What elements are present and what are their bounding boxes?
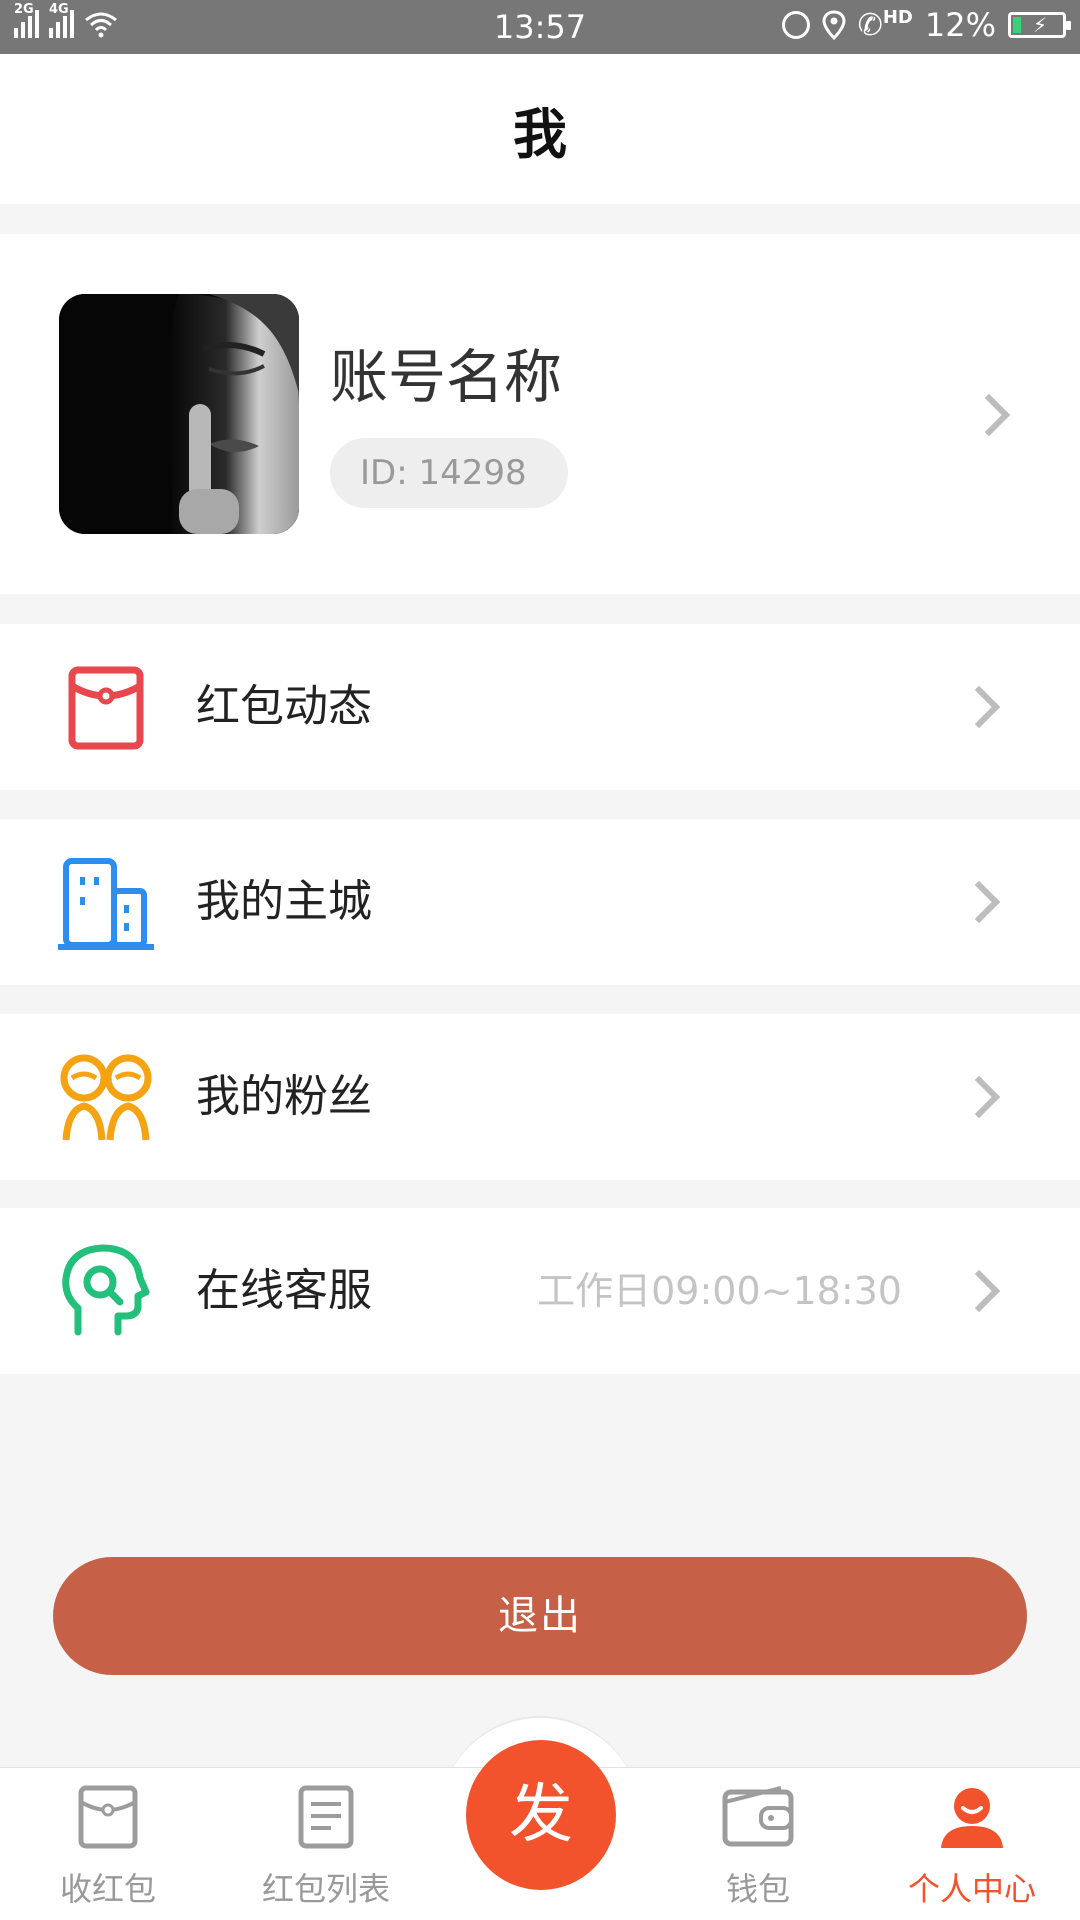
menu-item-online-service[interactable]: 在线客服 工作日09:00~18:30 bbox=[0, 1208, 1080, 1374]
chevron-right-icon bbox=[957, 1075, 1001, 1119]
avatar-image bbox=[59, 294, 299, 534]
customer-service-icon bbox=[62, 1244, 150, 1336]
header: 我 bbox=[0, 54, 1080, 204]
menu-label: 在线客服 bbox=[196, 1265, 372, 1316]
menu-label: 红包动态 bbox=[196, 681, 372, 732]
nav-label: 个人中心 bbox=[907, 1870, 1036, 1908]
red-envelope-icon bbox=[68, 666, 144, 750]
status-bar: 2G 4G 13:57 ✆HD 12% ⚡ bbox=[0, 0, 1080, 54]
location-icon bbox=[822, 10, 846, 40]
battery-percent: 12% bbox=[924, 6, 996, 44]
menu-item-my-fans[interactable]: 我的粉丝 bbox=[0, 1014, 1080, 1180]
logout-button[interactable]: 退出 bbox=[53, 1557, 1027, 1675]
hd-label: HD bbox=[882, 6, 913, 28]
page-title: 我 bbox=[513, 102, 567, 166]
building-icon bbox=[58, 858, 154, 950]
nav-red-envelope-list[interactable]: 红包列表 bbox=[226, 1768, 426, 1920]
chevron-right-icon bbox=[967, 393, 1011, 437]
fans-icon bbox=[60, 1054, 152, 1141]
avatar[interactable] bbox=[59, 294, 299, 534]
nav-receive-red-envelope[interactable]: 收红包 bbox=[8, 1768, 208, 1920]
nav-wallet[interactable]: 钱包 bbox=[658, 1768, 858, 1920]
nav-label: 钱包 bbox=[725, 1870, 790, 1908]
menu-label: 我的粉丝 bbox=[196, 1071, 372, 1122]
chevron-right-icon bbox=[957, 1269, 1001, 1313]
wallet-icon bbox=[722, 1786, 794, 1847]
hd-call-icon: ✆HD bbox=[857, 6, 913, 43]
screen: 2G 4G 13:57 ✆HD 12% ⚡ 我 账号名称 ID: 14298 红… bbox=[0, 0, 1080, 1920]
battery-icon: ⚡ bbox=[1008, 12, 1071, 38]
alarm-icon bbox=[781, 11, 810, 39]
nav-label: 红包列表 bbox=[261, 1870, 390, 1908]
send-red-envelope-button[interactable]: 发 bbox=[466, 1740, 616, 1890]
nav-personal-center[interactable]: 个人中心 bbox=[872, 1768, 1072, 1920]
menu-label: 我的主城 bbox=[196, 876, 372, 927]
menu-item-red-envelope-dynamics[interactable]: 红包动态 bbox=[0, 624, 1080, 790]
chevron-right-icon bbox=[957, 685, 1001, 729]
profile-card[interactable]: 账号名称 ID: 14298 bbox=[0, 234, 1080, 594]
chevron-right-icon bbox=[957, 880, 1001, 924]
account-id-badge: ID: 14298 bbox=[330, 438, 568, 508]
nav-label: 收红包 bbox=[59, 1870, 156, 1908]
account-name: 账号名称 bbox=[330, 343, 563, 411]
service-hours: 工作日09:00~18:30 bbox=[537, 1269, 902, 1313]
person-icon bbox=[941, 1788, 1003, 1848]
red-envelope-outline-icon bbox=[78, 1785, 138, 1849]
menu-item-my-main-city[interactable]: 我的主城 bbox=[0, 819, 1080, 985]
status-right: ✆HD 12% ⚡ bbox=[781, 6, 1071, 44]
list-document-icon bbox=[298, 1785, 354, 1849]
